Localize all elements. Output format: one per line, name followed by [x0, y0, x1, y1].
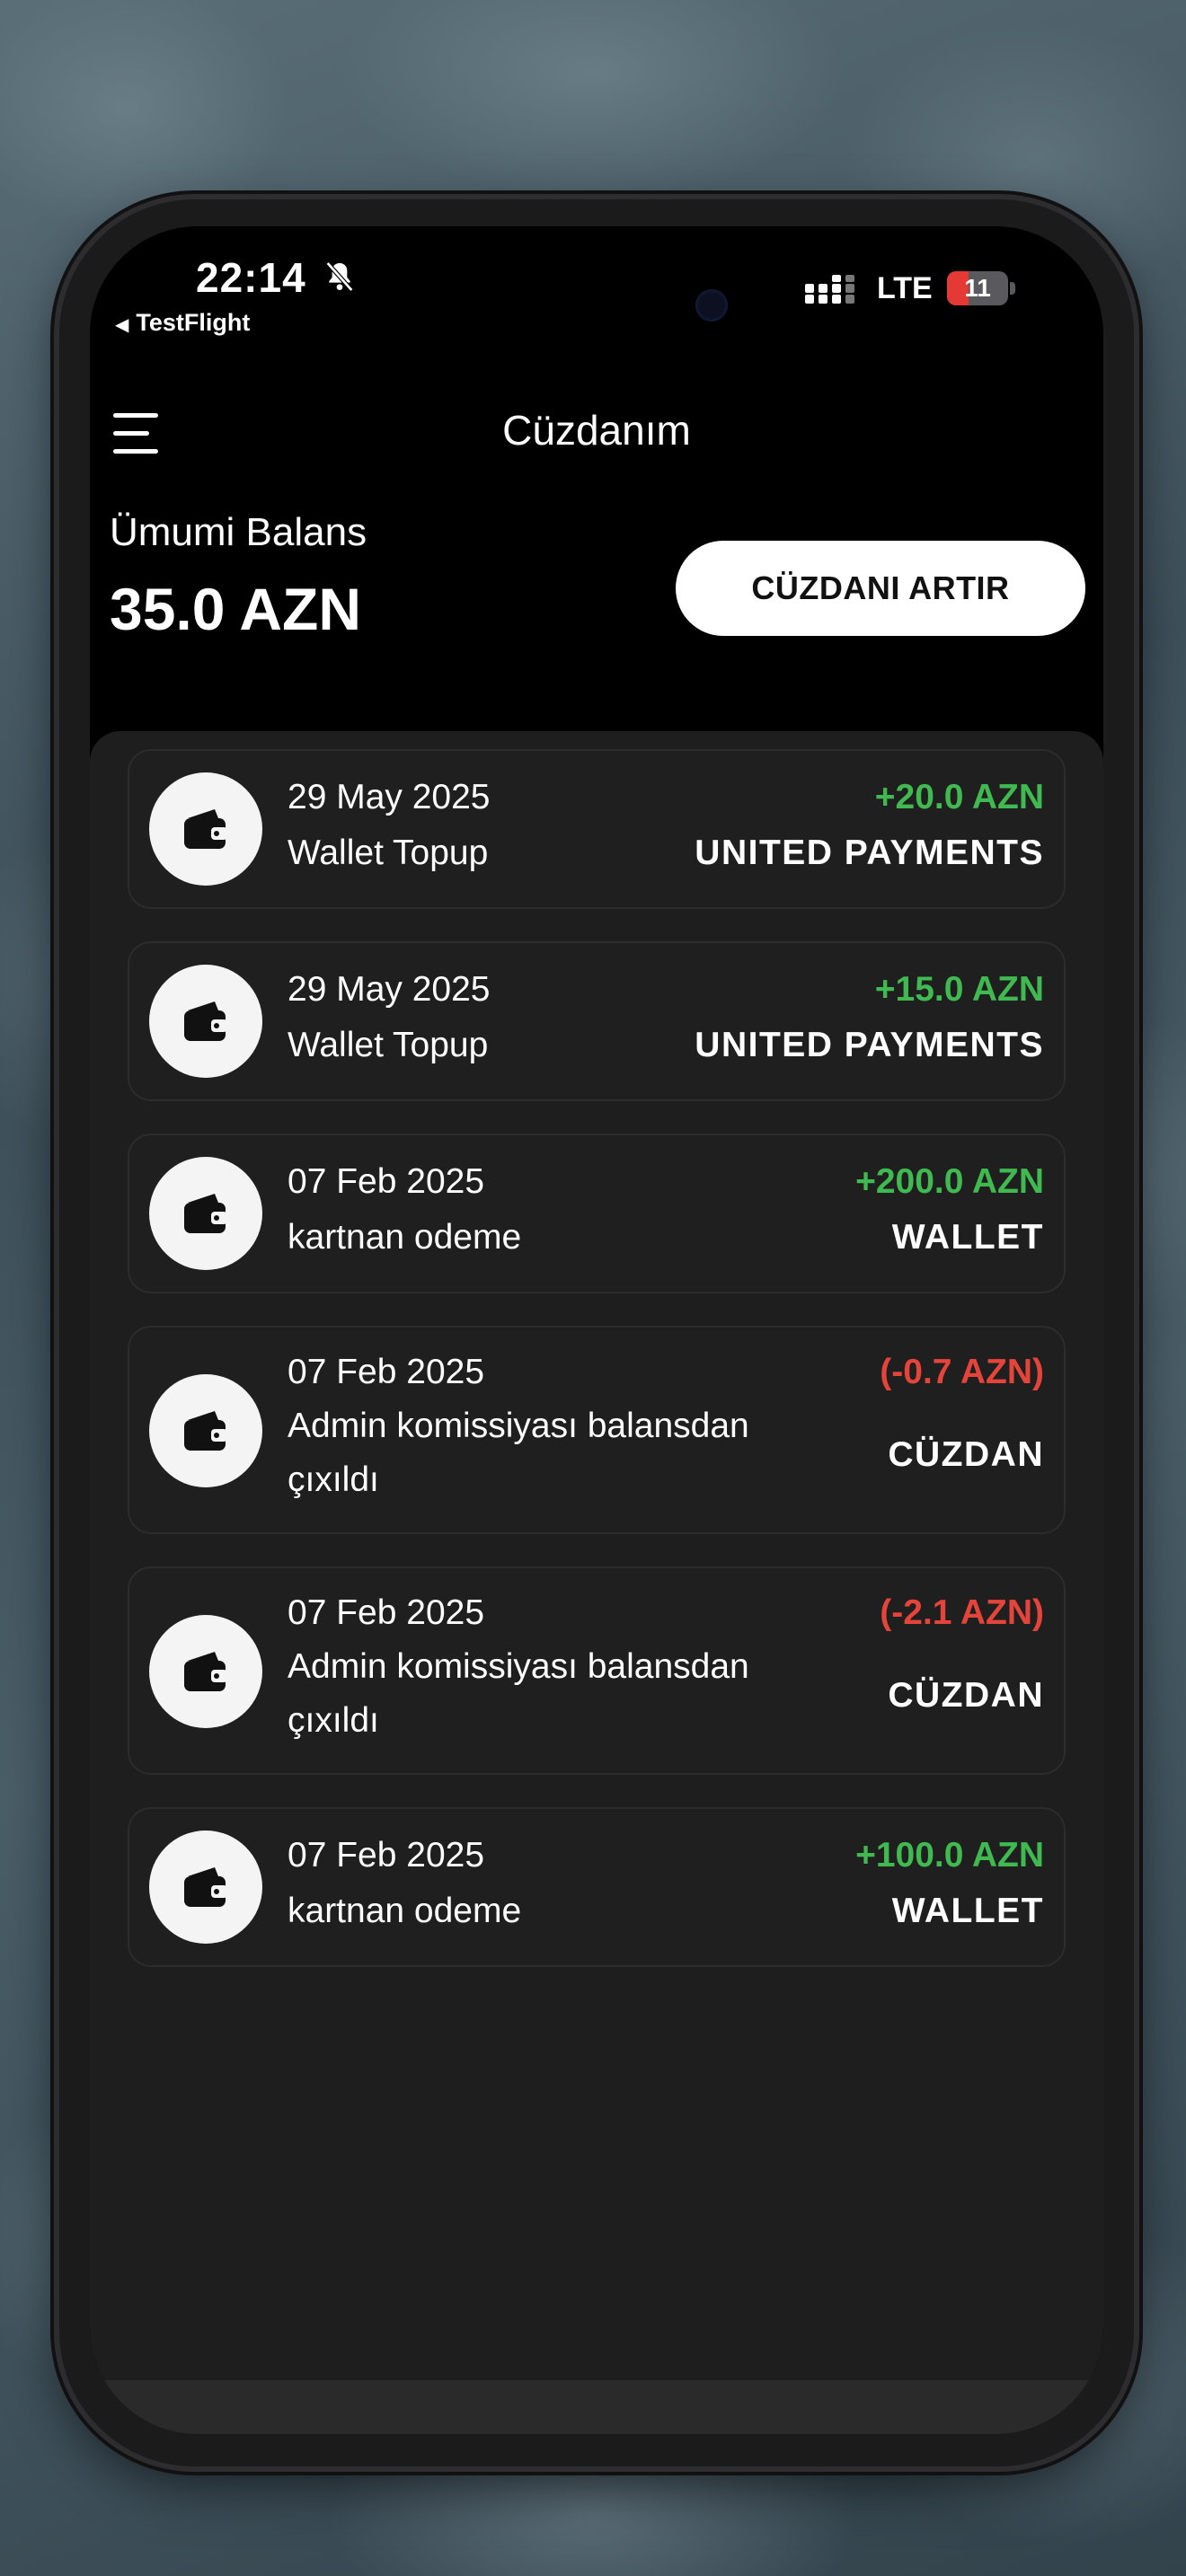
transaction-description: Admin komissiyası balansdan çıxıldı: [288, 1647, 749, 1740]
transaction-card[interactable]: 29 May 2025 Wallet Topup +15.0 AZN UNITE…: [128, 941, 1066, 1101]
transaction-method: WALLET: [891, 1218, 1044, 1257]
transaction-card[interactable]: 07 Feb 2025 kartnan odeme +100.0 AZN WAL…: [128, 1807, 1066, 1967]
transaction-amount: +20.0 AZN: [874, 778, 1044, 816]
transaction-amount: +15.0 AZN: [874, 970, 1044, 1009]
back-app-label: TestFlight: [136, 309, 251, 336]
transaction-date: 29 May 2025: [288, 778, 491, 816]
transaction-date: 07 Feb 2025: [288, 1353, 485, 1391]
status-time: 22:14: [196, 254, 306, 301]
transaction-amount: +200.0 AZN: [855, 1162, 1044, 1201]
topup-wallet-button[interactable]: CÜZDANI ARTIR: [676, 541, 1085, 636]
front-camera: [695, 289, 728, 322]
transaction-amount: +100.0 AZN: [855, 1836, 1044, 1875]
transaction-method: UNITED PAYMENTS: [695, 834, 1044, 872]
bell-slash-icon: [325, 261, 354, 292]
battery-icon: 11: [947, 271, 1017, 307]
wallet-icon: [149, 1615, 262, 1728]
transaction-method: WALLET: [891, 1892, 1044, 1930]
balance-label: Ümumi Balans: [110, 510, 367, 554]
page-title: Cüzdanım: [502, 407, 691, 454]
balance-value: 35.0 AZN: [110, 576, 361, 642]
transaction-date: 07 Feb 2025: [288, 1593, 485, 1632]
transaction-card[interactable]: 07 Feb 2025 kartnan odeme +200.0 AZN WAL…: [128, 1134, 1066, 1293]
transaction-card[interactable]: 07 Feb 2025 Admin komissiyası balansdan …: [128, 1326, 1066, 1534]
signal-icon: [805, 275, 854, 304]
transaction-description: Admin komissiyası balansdan çıxıldı: [288, 1407, 749, 1499]
back-to-app-link[interactable]: ◀ TestFlight: [115, 309, 250, 337]
battery-percent: 11: [964, 274, 991, 302]
transaction-date: 07 Feb 2025: [288, 1162, 485, 1201]
network-type: LTE: [877, 271, 933, 305]
transaction-card[interactable]: 07 Feb 2025 Admin komissiyası balansdan …: [128, 1566, 1066, 1775]
transaction-card[interactable]: 29 May 2025 Wallet Topup +20.0 AZN UNITE…: [128, 749, 1066, 909]
wallet-icon: [149, 965, 262, 1078]
wallet-icon: [149, 1831, 262, 1944]
transaction-method: CÜZDAN: [888, 1435, 1044, 1474]
back-triangle-icon: ◀: [115, 315, 129, 335]
wallet-icon: [149, 772, 262, 886]
wallet-icon: [149, 1374, 262, 1487]
transaction-amount: (-0.7 AZN): [880, 1353, 1044, 1391]
transaction-date: 29 May 2025: [288, 970, 491, 1009]
app-screen: 22:14 ◀ TestFlight LTE 11 Cüzdanım Ümumi …: [90, 226, 1103, 2434]
transaction-description: kartnan odeme: [288, 1218, 522, 1257]
transaction-description: kartnan odeme: [288, 1892, 522, 1930]
wallet-icon: [149, 1157, 262, 1270]
transaction-method: UNITED PAYMENTS: [695, 1026, 1044, 1064]
transaction-date: 07 Feb 2025: [288, 1836, 485, 1875]
transaction-amount: (-2.1 AZN): [880, 1593, 1044, 1632]
bottom-home-area: [90, 2380, 1103, 2434]
transaction-method: CÜZDAN: [888, 1676, 1044, 1715]
